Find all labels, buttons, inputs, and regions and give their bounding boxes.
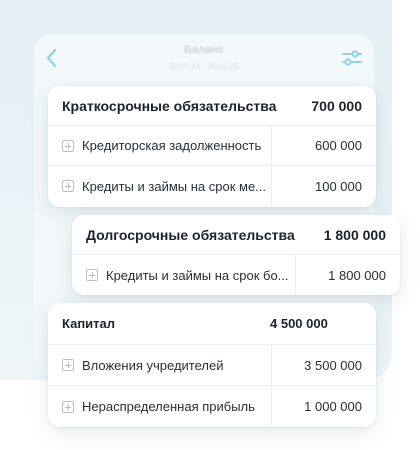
table-row[interactable]: Нераспределенная прибыль 1 000 000 [48, 386, 376, 427]
filter-sliders-icon[interactable] [340, 48, 364, 68]
row-value: 3 500 000 [304, 357, 362, 373]
expand-plus-icon[interactable] [62, 180, 74, 192]
app-header: Баланс 20.07.24 - 20.02.25 [34, 36, 374, 82]
card-title: Капитал [62, 316, 116, 331]
header-period: 20.07.24 - 20.02.25 [169, 62, 239, 71]
row-value: 600 000 [315, 138, 362, 153]
row-label: Вложения учредителей [82, 357, 224, 373]
card-title: Краткосрочные обязательства [62, 97, 277, 114]
card-total: 1 800 000 [323, 226, 386, 243]
row-value: 1 000 000 [304, 399, 362, 414]
table-row[interactable]: Кредиты и займы на срок бо... 1 800 000 [72, 255, 400, 295]
short-term-liabilities-card: Краткосрочные обязательства 700 000 Кред… [48, 86, 376, 207]
table-row[interactable]: Вложения учредителей 3 500 000 [48, 345, 376, 386]
card-header[interactable]: Краткосрочные обязательства 700 000 [48, 86, 376, 126]
row-value: 100 000 [315, 178, 362, 194]
row-label: Нераспределенная прибыль [82, 399, 255, 414]
expand-plus-icon[interactable] [62, 139, 74, 152]
table-row[interactable]: Кредиторская задолженность 600 000 [48, 126, 376, 166]
card-header[interactable]: Капитал 4 500 000 [48, 303, 376, 345]
row-label: Кредиты и займы на срок ме... [82, 178, 267, 194]
card-total: 700 000 [311, 97, 362, 114]
row-value: 1 800 000 [328, 267, 386, 283]
expand-plus-icon[interactable] [86, 269, 98, 281]
expand-plus-icon[interactable] [62, 359, 74, 371]
card-header[interactable]: Долгосрочные обязательства 1 800 000 [72, 215, 400, 255]
long-term-liabilities-card: Долгосрочные обязательства 1 800 000 Кре… [72, 215, 400, 295]
table-row[interactable]: Кредиты и займы на срок ме... 100 000 [48, 166, 376, 206]
row-label: Кредиторская задолженность [82, 138, 262, 153]
expand-plus-icon[interactable] [62, 400, 74, 413]
header-title: Баланс [184, 44, 224, 56]
row-label: Кредиты и займы на срок бо... [106, 267, 289, 283]
capital-card: Капитал 4 500 000 Вложения учредителей 3… [48, 303, 376, 427]
card-total: 4 500 000 [270, 316, 328, 331]
card-title: Долгосрочные обязательства [86, 226, 295, 243]
